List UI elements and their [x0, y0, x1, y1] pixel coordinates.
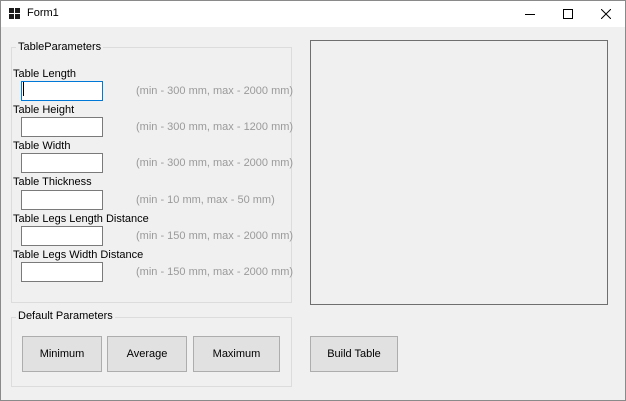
table-width-label: Table Width: [13, 140, 71, 152]
table-legs-length-input[interactable]: [21, 226, 103, 246]
minimize-icon: [525, 14, 535, 15]
maximize-icon: [563, 9, 573, 19]
form-window: Form1 TableParameters Table Length (min …: [0, 0, 626, 401]
table-width-hint: (min - 300 mm, max - 2000 mm): [136, 157, 294, 169]
table-legs-width-label: Table Legs Width Distance: [13, 249, 144, 261]
preview-picture-box: [310, 40, 608, 305]
title-bar[interactable]: Form1: [1, 1, 625, 27]
minimum-button[interactable]: Minimum: [22, 336, 102, 372]
table-height-label: Table Height: [13, 104, 75, 116]
maximize-button[interactable]: [549, 1, 587, 27]
close-icon: [601, 9, 611, 19]
table-height-hint: (min - 300 mm, max - 1200 mm): [136, 121, 294, 133]
table-legs-width-hint: (min - 150 mm, max - 2000 mm): [136, 266, 294, 278]
average-button[interactable]: Average: [107, 336, 187, 372]
table-length-input[interactable]: [21, 81, 103, 101]
table-thickness-label: Table Thickness: [13, 176, 92, 188]
table-legs-length-label: Table Legs Length Distance: [13, 213, 149, 225]
form-app-icon[interactable]: [9, 8, 21, 20]
table-width-input[interactable]: [21, 153, 103, 173]
table-length-label: Table Length: [13, 68, 76, 80]
table-length-hint: (min - 300 mm, max - 2000 mm): [136, 85, 294, 97]
build-table-button[interactable]: Build Table: [310, 336, 398, 372]
table-thickness-input[interactable]: [21, 190, 103, 210]
table-legs-length-hint: (min - 150 mm, max - 2000 mm): [136, 230, 294, 242]
maximum-button[interactable]: Maximum: [193, 336, 280, 372]
table-legs-width-input[interactable]: [21, 262, 103, 282]
table-parameters-caption: TableParameters: [16, 41, 104, 53]
table-thickness-hint: (min - 10 mm, max - 50 mm): [136, 194, 275, 206]
window-title: Form1: [27, 7, 59, 19]
table-height-input[interactable]: [21, 117, 103, 137]
text-cursor: [23, 82, 24, 96]
minimize-button[interactable]: [511, 1, 549, 27]
close-button[interactable]: [587, 1, 625, 27]
default-parameters-caption: Default Parameters: [16, 310, 115, 322]
